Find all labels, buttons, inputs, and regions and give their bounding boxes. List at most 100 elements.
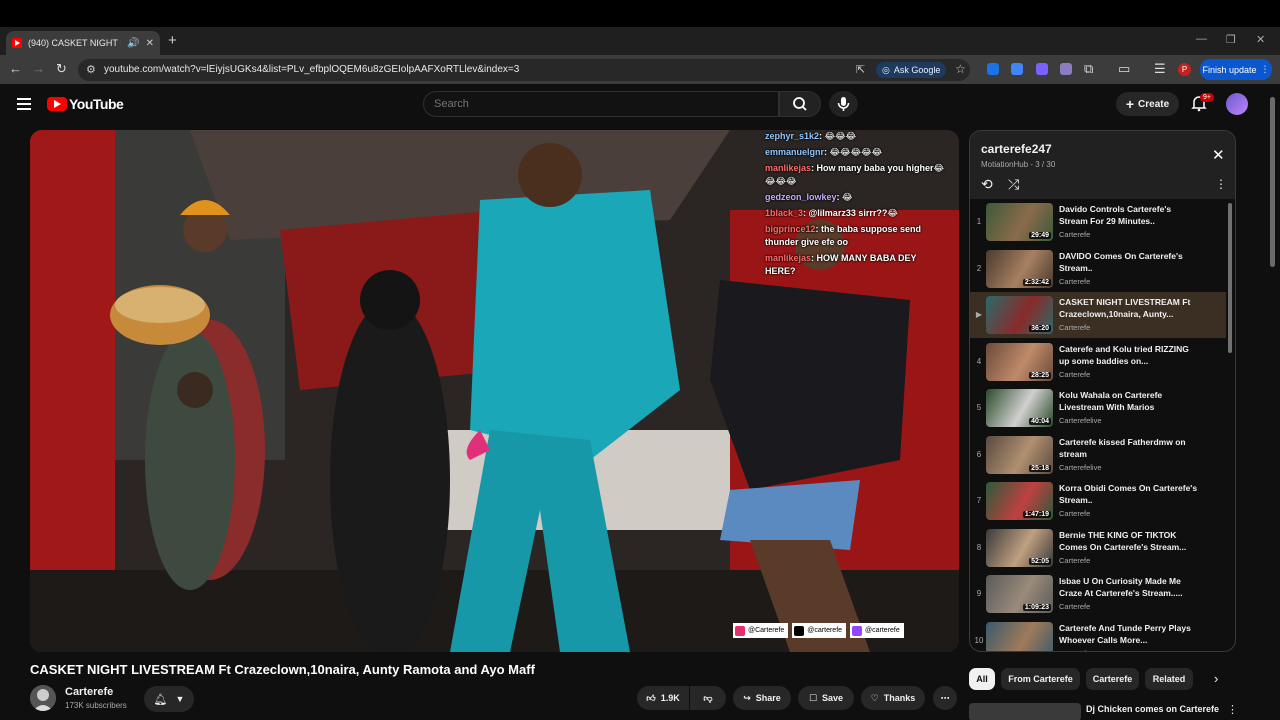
playlist-item[interactable]: 8 52:05 Bernie THE KING OF TIKTOK Comes On… <box>970 525 1226 571</box>
video-player[interactable]: zephyr_s1k2: 😂😂😂 emmanuelgnr: 😂😂😂😂😂 manlik… <box>30 130 959 652</box>
playlist-item-thumbnail[interactable]: 25:18 <box>986 435 1053 474</box>
playlist-item-thumbnail[interactable]: 1:47:19 <box>986 482 1053 520</box>
reload-icon[interactable]: ↻ <box>56 61 67 77</box>
close-playlist-icon[interactable]: ✕ <box>1212 146 1225 164</box>
speaker-icon[interactable]: 🔊 <box>127 38 139 49</box>
playlist-item-thumbnail[interactable]: 44:51 <box>986 621 1053 651</box>
recommended-video[interactable]: Dj Chicken comes on Carterefe ⋮ <box>969 701 1236 720</box>
playlist-item-title[interactable]: DAVIDO Comes On Carterefe's Stream.. <box>1059 250 1199 274</box>
thanks-button[interactable]: ♡ Thanks <box>861 686 925 710</box>
playlist-item-thumbnail[interactable]: 29:49 <box>986 203 1053 241</box>
browser-tab-active[interactable]: (940) CASKET NIGHT LIVESTREAM 🔊 ✕ <box>6 31 160 55</box>
filter-chip[interactable]: Carterefe <box>1086 668 1139 690</box>
playlist-item-title[interactable]: Caterefe and Kolu tried RIZZING up some … <box>1059 343 1199 367</box>
voice-search-button[interactable] <box>829 91 858 117</box>
playlist-item-thumbnail[interactable]: 36:20 <box>986 296 1053 334</box>
playlist-item-thumbnail[interactable]: 28:25 <box>986 342 1053 381</box>
chevron-down-icon: ▼ <box>175 694 185 704</box>
more-actions-button[interactable]: ⋯ <box>933 686 957 710</box>
recommended-thumbnail[interactable] <box>969 703 1081 720</box>
youtube-header: YouTube + Create 9+ <box>0 84 1280 126</box>
maximize-icon[interactable]: ❐ <box>1226 33 1236 46</box>
playlist-item[interactable]: 1 29:49 Davido Controls Carterefe's Stream… <box>970 199 1226 245</box>
playlist-item[interactable]: 2 2:32:42 DAVIDO Comes On Carterefe's Stre… <box>970 246 1226 292</box>
channel-avatar[interactable] <box>30 685 56 711</box>
playlist-item[interactable]: 10 44:51 Carterefe And Tunde Perry Plays W… <box>970 618 1226 651</box>
playlist-item-thumbnail[interactable]: 1:09:23 <box>986 575 1053 613</box>
subscribed-notifications-button[interactable]: 🔔︎ ▼ <box>144 686 194 712</box>
extension-3-icon[interactable] <box>1036 63 1048 75</box>
playlist-item[interactable]: 6 25:18 Carterefe kissed Fatherdmw on stre… <box>970 432 1226 478</box>
dislike-button[interactable]: 👎︎ <box>690 686 726 710</box>
like-button[interactable]: 👍︎ 1.9K <box>637 686 689 710</box>
extension-1-icon[interactable] <box>987 63 999 75</box>
filter-chip[interactable]: All <box>969 668 995 690</box>
hamburger-menu-icon[interactable] <box>17 98 31 110</box>
create-button[interactable]: + Create <box>1116 92 1179 116</box>
playlist-item-channel: Carterefe <box>1059 276 1091 286</box>
shuffle-icon[interactable]: ⤮ <box>1008 176 1019 193</box>
search-button[interactable] <box>779 91 821 117</box>
playlist-item[interactable]: 9 1:09:23 Isbae U On Curiosity Made Me Cra… <box>970 571 1226 617</box>
close-tab-icon[interactable]: ✕ <box>146 38 154 49</box>
account-avatar[interactable] <box>1226 93 1248 115</box>
profile-avatar[interactable]: P <box>1178 63 1191 76</box>
bookmark-star-icon[interactable]: ☆ <box>955 62 966 76</box>
playlist-panel: carterefe247 MotiationHub - 3 / 30 ✕ ⟲ ⤮… <box>969 130 1236 652</box>
playlist-title[interactable]: carterefe247 <box>981 142 1052 156</box>
reading-list-icon[interactable]: ☰ <box>1154 61 1166 77</box>
new-tab-icon[interactable]: + <box>168 32 177 49</box>
back-icon[interactable]: ← <box>9 61 22 76</box>
share-button[interactable]: ↪ Share <box>733 686 791 710</box>
youtube-logo[interactable]: YouTube <box>47 96 124 112</box>
recommended-more-icon[interactable]: ⋮ <box>1227 703 1236 716</box>
finish-update-button[interactable]: Finish update ⋮ <box>1200 59 1272 80</box>
playlist-item[interactable]: 5 40:04 Kolu Wahala on Carterefe Livestrea… <box>970 385 1226 431</box>
playlist-scrollbar[interactable] <box>1228 203 1232 353</box>
page-scrollbar[interactable] <box>1270 97 1275 267</box>
playlist-item-thumbnail[interactable]: 52:05 <box>986 528 1053 567</box>
playlist-item[interactable]: ▶ 36:20 CASKET NIGHT LIVESTREAM Ft Crazecl… <box>970 292 1226 338</box>
playlist-item-title[interactable]: Carterefe kissed Fatherdmw on stream <box>1059 436 1199 460</box>
filter-chip[interactable]: From Carterefe <box>1001 668 1080 690</box>
ask-google-button[interactable]: ◎ Ask Google <box>876 62 947 78</box>
bell-icon: 🔔︎ <box>153 693 168 706</box>
url-text[interactable]: youtube.com/watch?v=lEiyjsUGKs4&list=PLv… <box>104 64 519 75</box>
tab-title: (940) CASKET NIGHT LIVESTREAM <box>28 38 121 48</box>
playlist-item[interactable]: 7 1:47:19 Korra Obidi Comes On Carterefe's… <box>970 478 1226 524</box>
recommended-title[interactable]: Dj Chicken comes on Carterefe <box>1086 704 1219 714</box>
playlist-item[interactable]: 4 28:25 Caterefe and Kolu tried RIZZING up… <box>970 339 1226 385</box>
address-bar[interactable]: ⚙ youtube.com/watch?v=lEiyjsUGKs4&list=P… <box>78 59 970 81</box>
install-icon[interactable]: ⇱ <box>856 63 865 76</box>
playlist-item-title[interactable]: Carterefe And Tunde Perry Plays Whoever … <box>1059 622 1199 646</box>
extension-2-icon[interactable] <box>1011 63 1023 75</box>
playlist-item-title[interactable]: Davido Controls Carterefe's Stream For 2… <box>1059 203 1199 227</box>
close-window-icon[interactable]: ✕ <box>1256 33 1265 46</box>
channel-name[interactable]: Carterefe <box>65 686 113 698</box>
playlist-item-title[interactable]: CASKET NIGHT LIVESTREAM Ft Crazeclown,10… <box>1059 296 1199 320</box>
playlist-item-title[interactable]: Bernie THE KING OF TIKTOK Comes On Carte… <box>1059 529 1199 553</box>
loop-icon[interactable]: ⟲ <box>981 176 993 193</box>
youtube-play-icon <box>47 97 67 111</box>
playlist-item-title[interactable]: Kolu Wahala on Carterefe Livestream With… <box>1059 389 1199 413</box>
extensions-puzzle-icon[interactable]: ⧉ <box>1084 61 1093 77</box>
playlist-item-thumbnail[interactable]: 2:32:42 <box>986 249 1053 288</box>
chevron-right-icon[interactable]: › <box>1214 671 1218 686</box>
side-panel-icon[interactable]: ▭ <box>1118 61 1130 77</box>
filter-chip[interactable]: Related <box>1145 668 1193 690</box>
minimize-icon[interactable]: — <box>1196 33 1207 45</box>
playlist-menu-icon[interactable]: ⋮ <box>1215 177 1227 191</box>
search-input[interactable] <box>424 92 778 116</box>
playlist-item-title[interactable]: Korra Obidi Comes On Carterefe's Stream.… <box>1059 482 1199 506</box>
social-handle: @carterefe <box>792 623 847 638</box>
extension-4-icon[interactable] <box>1060 63 1072 75</box>
screen-top-bar <box>0 0 1280 27</box>
chat-text: 😂😂😂😂😂 <box>829 147 883 157</box>
search-box[interactable] <box>423 91 779 117</box>
playlist-item-title[interactable]: Isbae U On Curiosity Made Me Craze At Ca… <box>1059 575 1199 599</box>
save-button[interactable]: ☐ Save <box>798 686 854 710</box>
playlist-item-duration: 44:51 <box>1029 650 1051 651</box>
playlist-item-thumbnail[interactable]: 40:04 <box>986 389 1053 427</box>
forward-icon[interactable]: → <box>32 61 45 76</box>
site-info-icon[interactable]: ⚙ <box>86 63 96 76</box>
